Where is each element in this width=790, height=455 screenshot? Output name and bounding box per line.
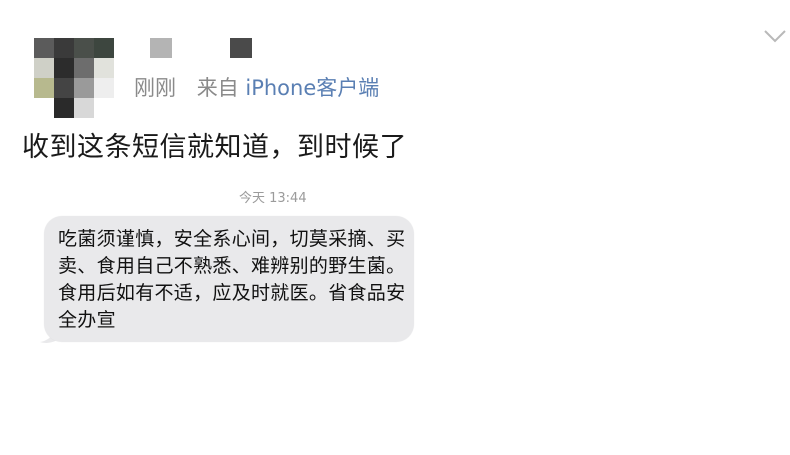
source-prefix: 来自 — [196, 76, 239, 100]
chevron-down-icon[interactable] — [762, 26, 788, 46]
sms-timestamp: 今天 13:44 — [239, 191, 307, 206]
source-link[interactable]: iPhone客户端 — [245, 76, 379, 100]
post-time: 刚刚 — [134, 76, 176, 100]
sms-bubble: 吃菌须谨慎，安全系心间，切莫采摘、买卖、食用自己不熟悉、难辨别的野生菌。食用后如… — [44, 216, 414, 342]
post-text: 收到这条短信就知道，到时候了 — [22, 132, 407, 163]
sms-screenshot-image[interactable]: 今天 13:44 吃菌须谨慎，安全系心间，切莫采摘、买卖、食用自己不熟悉、难辨别… — [34, 184, 424, 356]
post-meta: 刚刚 来自 iPhone客户端 — [134, 74, 379, 102]
weibo-post: 刚刚 来自 iPhone客户端 收到这条短信就知道，到时候了 今天 13:44 … — [0, 0, 790, 455]
avatar[interactable] — [34, 38, 114, 118]
username[interactable] — [150, 38, 260, 60]
sms-message: 吃菌须谨慎，安全系心间，切莫采摘、买卖、食用自己不熟悉、难辨别的野生菌。食用后如… — [58, 228, 406, 331]
